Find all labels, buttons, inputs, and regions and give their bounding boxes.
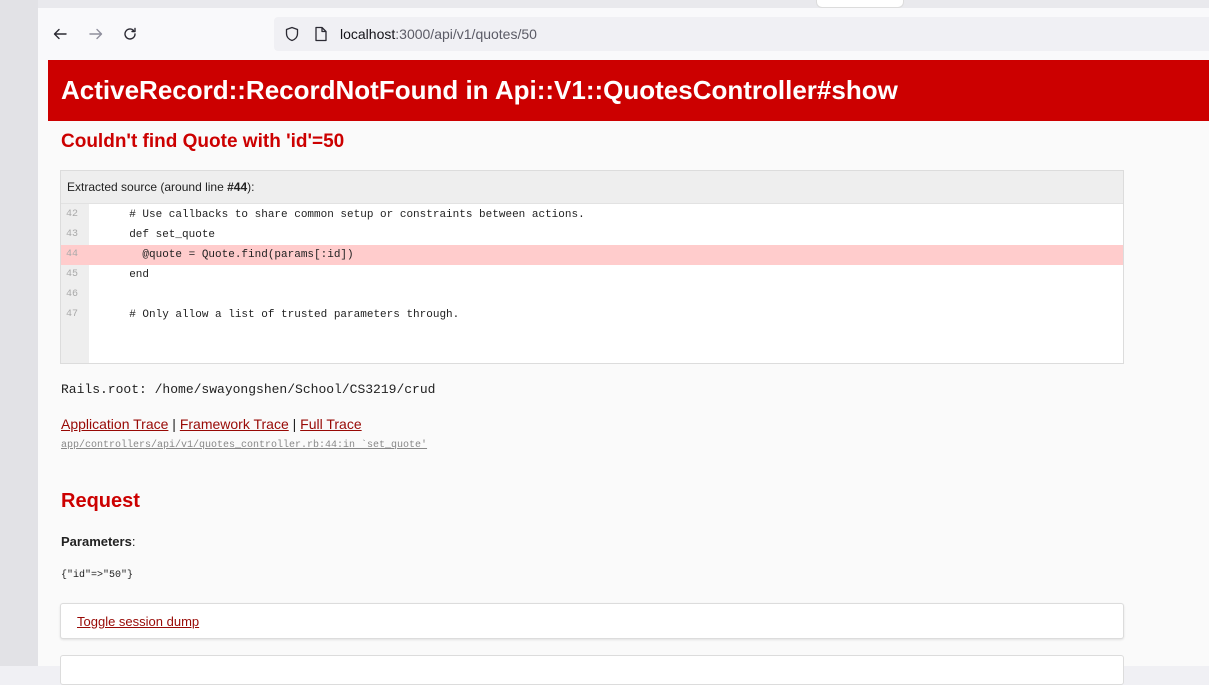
code-line: 42 # Use callbacks to share common setup…: [61, 205, 1123, 225]
line-number: 42: [66, 209, 79, 220]
back-button[interactable]: [46, 20, 74, 48]
active-tab[interactable]: [816, 0, 904, 8]
source-header-prefix: Extracted source (around line: [67, 180, 228, 194]
code-line: 46: [61, 285, 1123, 305]
session-dump-box: Toggle session dump: [60, 603, 1124, 639]
rails-root: Rails.root: /home/swayongshen/School/CS3…: [61, 382, 436, 397]
reload-icon: [122, 26, 138, 42]
code-text: # Use callbacks to share common setup or…: [116, 209, 585, 221]
parameters-value: {"id"=>"50"}: [61, 570, 134, 581]
extracted-source: Extracted source (around line #44): 42 #…: [60, 170, 1124, 364]
code-text: def set_quote: [116, 229, 216, 241]
framework-trace-link[interactable]: Framework Trace: [180, 416, 289, 432]
shield-icon[interactable]: [284, 26, 300, 47]
source-header-suffix: ):: [247, 180, 255, 194]
page-icon[interactable]: [314, 26, 328, 47]
url-host: localhost: [340, 26, 396, 42]
parameters-label-text: Parameters: [61, 534, 132, 549]
parameters-label: Parameters:: [61, 534, 135, 549]
code-text: end: [116, 269, 150, 281]
env-dump-box: [60, 655, 1124, 685]
back-arrow-icon: [52, 26, 68, 42]
code-text: # Only allow a list of trusted parameter…: [116, 309, 460, 321]
error-title: ActiveRecord::RecordNotFound in Api::V1:…: [61, 75, 898, 105]
line-number: 45: [66, 269, 79, 280]
full-trace-link[interactable]: Full Trace: [300, 416, 361, 432]
address-bar[interactable]: localhost:3000/api/v1/quotes/50: [274, 17, 1209, 51]
browser-toolbar: localhost:3000/api/v1/quotes/50: [38, 8, 1209, 60]
code-line: 45 end: [61, 265, 1123, 285]
trace-line[interactable]: app/controllers/api/v1/quotes_controller…: [61, 440, 427, 451]
trace-links: Application Trace | Framework Trace | Fu…: [61, 416, 362, 432]
toggle-session-dump-link[interactable]: Toggle session dump: [77, 614, 199, 629]
reload-button[interactable]: [116, 20, 144, 48]
browser-window: localhost:3000/api/v1/quotes/50 ActiveRe…: [38, 0, 1209, 685]
url-path: :3000/api/v1/quotes/50: [395, 26, 537, 42]
request-heading: Request: [61, 490, 140, 512]
tab-strip: [38, 0, 1209, 8]
code-line: 44 @quote = Quote.find(params[:id]): [61, 245, 1123, 265]
application-trace-link[interactable]: Application Trace: [61, 416, 168, 432]
trace-separator: |: [288, 416, 301, 432]
code-line: 47 # Only allow a list of trusted parame…: [61, 305, 1123, 325]
line-number: 47: [66, 309, 79, 320]
forward-button[interactable]: [82, 20, 110, 48]
line-number: 46: [66, 289, 79, 300]
page-content: ActiveRecord::RecordNotFound in Api::V1:…: [38, 60, 1209, 685]
exception-message: Couldn't find Quote with 'id'=50: [61, 131, 345, 152]
parameters-colon: :: [131, 534, 136, 549]
url-text[interactable]: localhost:3000/api/v1/quotes/50: [340, 25, 537, 43]
code-text: @quote = Quote.find(params[:id]): [116, 249, 354, 261]
line-number: 43: [66, 229, 79, 240]
source-header-line: #44: [227, 180, 248, 194]
code-line: 43 def set_quote: [61, 225, 1123, 245]
line-number: 44: [66, 249, 79, 260]
trace-separator: |: [168, 416, 180, 432]
source-header: Extracted source (around line #44):: [61, 171, 1123, 204]
forward-arrow-icon: [88, 26, 104, 42]
left-window-edge: [0, 0, 39, 666]
error-header: ActiveRecord::RecordNotFound in Api::V1:…: [48, 60, 1209, 121]
